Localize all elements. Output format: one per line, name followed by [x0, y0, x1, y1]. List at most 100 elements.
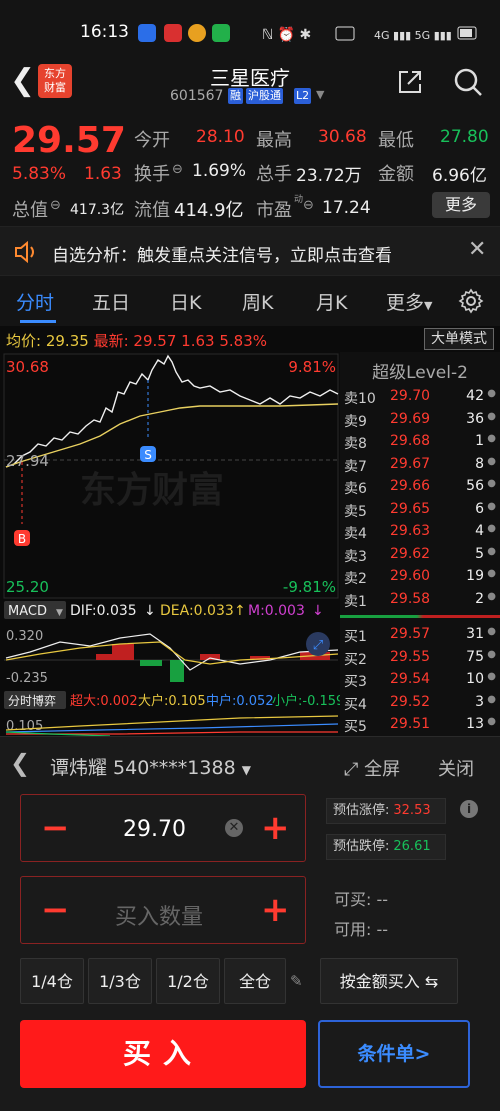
- clear-icon[interactable]: ✕: [225, 819, 243, 837]
- ask-price: 29.66: [390, 478, 431, 494]
- info-icon[interactable]: i: [460, 800, 478, 818]
- ask-row[interactable]: 卖4 29.63 4 ●: [340, 521, 500, 543]
- pe-value: 17.24: [322, 198, 371, 218]
- close-icon[interactable]: ✕: [468, 237, 486, 262]
- fullscreen-button[interactable]: ⤢ 全屏: [344, 755, 400, 781]
- limit-down-label: 预估跌停:: [333, 839, 390, 854]
- price-increase-button[interactable]: +: [261, 811, 290, 845]
- close-trade-button[interactable]: 关闭: [438, 755, 474, 781]
- price-input[interactable]: 29.70: [123, 817, 186, 842]
- pe-dynamic-mark: 动: [294, 195, 304, 205]
- bid-row[interactable]: 买2 29.55 75 ●: [340, 647, 500, 669]
- speaker-icon: [15, 241, 34, 263]
- dot-icon: ●: [487, 590, 496, 602]
- level2-orderbook[interactable]: 超级Level-2 卖10 29.70 42 ● 卖9 29.69 36 ● 卖8 29.68 1 ●…: [340, 352, 500, 736]
- tab-intraday[interactable]: 分时: [16, 288, 54, 315]
- edit-icon[interactable]: ✎: [290, 972, 303, 990]
- turnover-value: 1.69%: [192, 161, 247, 181]
- dot-icon: ●: [487, 693, 496, 705]
- chevron-down-icon[interactable]: ▼: [316, 88, 324, 101]
- macd-bottom-label: -0.235: [6, 671, 48, 686]
- tab-five-day[interactable]: 五日: [92, 288, 130, 315]
- back-button[interactable]: ❮: [10, 66, 35, 96]
- back-icon[interactable]: ❮: [10, 749, 30, 777]
- ask-level: 卖6: [344, 481, 367, 497]
- position-full-button[interactable]: 全仓: [224, 958, 286, 1004]
- dot-icon: ●: [487, 478, 496, 489]
- ask-row[interactable]: 卖8 29.68 1 ●: [340, 431, 500, 453]
- price-input-box: − 29.70 ✕ +: [20, 794, 306, 862]
- ask-price: 29.65: [390, 500, 431, 517]
- ask-row[interactable]: 卖9 29.69 36 ●: [340, 409, 500, 431]
- buy-button[interactable]: 买入: [20, 1020, 306, 1088]
- conditional-order-button[interactable]: 条件单>: [318, 1020, 470, 1088]
- buy-by-amount-button[interactable]: 按金额买入 ⇆: [320, 958, 458, 1004]
- price-decrease-button[interactable]: −: [41, 811, 70, 845]
- bid-volume: 10: [466, 671, 484, 687]
- more-button[interactable]: 更多: [432, 192, 490, 218]
- ask-volume: 4: [475, 523, 484, 539]
- info-icon[interactable]: ⊖: [50, 198, 61, 213]
- bid-price: 29.54: [390, 671, 431, 687]
- position-quarter-button[interactable]: 1/4仓: [20, 958, 84, 1004]
- share-icon[interactable]: [396, 68, 424, 96]
- account-selector[interactable]: 谭炜耀 540****1388 ▼: [50, 753, 251, 780]
- info-icon[interactable]: ⊖: [303, 198, 314, 213]
- amount-label: 金额: [378, 164, 414, 185]
- big-order-mode-button[interactable]: 大单模式: [424, 328, 494, 350]
- search-icon[interactable]: [452, 66, 484, 98]
- tab-more[interactable]: 更多▼: [386, 288, 432, 315]
- bid-row[interactable]: 买1 29.57 31 ●: [340, 624, 500, 646]
- volume-value: 23.72万: [296, 166, 362, 186]
- quantity-input[interactable]: 买入数量: [115, 899, 203, 931]
- ask-level: 卖3: [344, 548, 367, 565]
- bid-price: 29.52: [390, 693, 431, 710]
- ask-row[interactable]: 卖1 29.58 2 ●: [340, 589, 500, 611]
- chevron-down-icon: ▼: [424, 299, 433, 312]
- ask-row[interactable]: 卖7 29.67 8 ●: [340, 454, 500, 476]
- chevron-down-icon: ▼: [56, 608, 63, 618]
- bid-level: 买1: [344, 629, 367, 645]
- position-third-button[interactable]: 1/3仓: [88, 958, 152, 1004]
- dot-icon: ●: [487, 716, 496, 727]
- y-axis-bottom-label: 25.20: [6, 578, 49, 596]
- ask-row[interactable]: 卖10 29.70 42 ●: [340, 386, 500, 408]
- settings-gear-icon[interactable]: [458, 288, 484, 314]
- ask-row[interactable]: 卖5 29.65 6 ●: [340, 499, 500, 521]
- macd-m: M:0.003: [248, 603, 305, 619]
- float-mv-label: 流值: [134, 200, 170, 221]
- tab-monthly-k[interactable]: 月K: [316, 288, 347, 315]
- latest-value: 29.57: [133, 332, 177, 350]
- chart-watermark: 东方财富: [80, 469, 224, 511]
- svg-text:⤢: ⤢: [313, 638, 323, 653]
- bid-volume: 31: [466, 626, 484, 642]
- float-mv-value: 414.9亿: [174, 200, 244, 221]
- analysis-notice[interactable]: 自选分析：触发重点关注信号，立即点击查看 ✕: [0, 226, 500, 276]
- bid-row[interactable]: 买4 29.52 3 ●: [340, 692, 500, 714]
- bid-level: 买3: [344, 674, 367, 690]
- pe-label: 市盈: [256, 200, 292, 221]
- ask-row[interactable]: 卖6 29.66 56 ●: [340, 476, 500, 498]
- bid-level: 买5: [344, 719, 367, 735]
- quantity-decrease-button[interactable]: −: [41, 893, 70, 927]
- tab-daily-k[interactable]: 日K: [170, 288, 201, 315]
- ask-row[interactable]: 卖3 29.62 5 ●: [340, 544, 500, 566]
- notice-text: 自选分析：触发重点关注信号，立即点击查看: [52, 246, 392, 266]
- macd-dea-arrow: ↑: [234, 603, 246, 619]
- intraday-chart-area[interactable]: 均价: 29.35 最新: 29.57 1.63 5.83% 大单模式 东方财富…: [0, 326, 500, 736]
- info-icon[interactable]: ⊖: [172, 162, 183, 177]
- position-half-button[interactable]: 1/2仓: [156, 958, 220, 1004]
- status-icons: ℕ ⏰ ✱ 4G ▮▮▮ 5G ▮▮▮: [262, 25, 477, 43]
- bid-row[interactable]: 买3 29.54 10 ●: [340, 669, 500, 691]
- ask-price: 29.58: [390, 590, 431, 607]
- ask-volume: 1: [475, 433, 484, 449]
- quantity-increase-button[interactable]: +: [261, 893, 290, 927]
- ask-volume: 5: [475, 545, 484, 562]
- tab-weekly-k[interactable]: 周K: [242, 288, 273, 315]
- available-value: --: [376, 920, 389, 939]
- account-label: 谭炜耀 540****1388: [50, 757, 236, 779]
- macd-m-arrow: ↓: [312, 603, 324, 619]
- ask-row[interactable]: 卖2 29.60 19 ●: [340, 566, 500, 588]
- bid-row[interactable]: 买5 29.51 13 ●: [340, 714, 500, 736]
- open-label: 今开: [134, 130, 170, 151]
